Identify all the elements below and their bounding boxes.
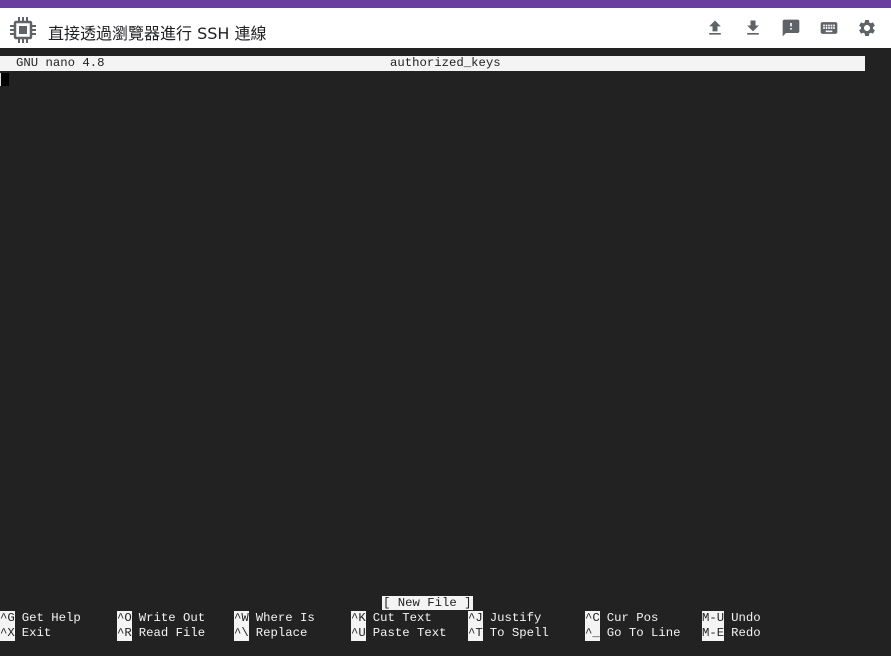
gear-icon [859, 19, 875, 36]
feedback-button[interactable] [779, 16, 803, 40]
upload-icon [709, 20, 721, 35]
shortcut-label: Justify [489, 611, 542, 625]
shortcut-label: Cur Pos [606, 611, 659, 625]
shortcut-label: Write Out [138, 611, 206, 625]
shortcut-to-spell[interactable]: ^T To Spell [468, 626, 549, 641]
nano-status: [ New File ] [382, 596, 473, 610]
shortcut-label: Get Help [21, 611, 81, 625]
shortcut-label: Exit [21, 626, 52, 640]
shortcut-justify[interactable]: ^J Justify [468, 611, 541, 626]
download-button[interactable] [741, 16, 765, 40]
cpu-chip-icon [10, 17, 36, 43]
shortcut-exit[interactable]: ^X Exit [0, 626, 51, 641]
shortcut-read-file[interactable]: ^R Read File [117, 626, 205, 641]
nano-title-bar: GNU nano 4.8 authorized_keys [0, 56, 865, 71]
shortcut-go-to-line[interactable]: ^_ Go To Line [585, 626, 681, 641]
keyboard-icon [820, 22, 838, 34]
shortcut-get-help[interactable]: ^G Get Help [0, 611, 81, 626]
shortcut-label: Paste Text [372, 626, 447, 640]
shortcut-label: To Spell [489, 626, 549, 640]
shortcut-undo[interactable]: M-U Undo [702, 611, 761, 626]
settings-button[interactable] [855, 16, 879, 40]
shortcut-key: ^C [585, 611, 600, 626]
shortcut-cur-pos[interactable]: ^C Cur Pos [585, 611, 658, 626]
shortcut-write-out[interactable]: ^O Write Out [117, 611, 205, 626]
upload-button[interactable] [703, 16, 727, 40]
shortcut-label: Redo [731, 626, 761, 640]
shortcut-label: Go To Line [606, 626, 681, 640]
shortcut-key: ^K [351, 611, 366, 626]
top-accent-strip [0, 0, 891, 8]
header-actions [703, 16, 879, 40]
shortcut-key: ^T [468, 626, 483, 641]
shortcut-key: M-E [702, 626, 725, 641]
shortcut-key: ^\ [234, 626, 249, 641]
shortcut-key: M-U [702, 611, 725, 626]
shortcut-key: ^G [0, 611, 15, 626]
shortcut-label: Undo [731, 611, 761, 625]
feedback-icon [782, 19, 800, 37]
terminal[interactable]: GNU nano 4.8 authorized_keys [ New File … [0, 48, 891, 656]
shortcut-key: ^_ [585, 626, 600, 641]
shortcut-label: Where Is [255, 611, 315, 625]
nano-filename: authorized_keys [390, 56, 501, 70]
shortcut-key: ^X [0, 626, 15, 641]
shortcut-label: Cut Text [372, 611, 432, 625]
shortcut-redo[interactable]: M-E Redo [702, 626, 761, 641]
text-cursor [0, 73, 9, 86]
shortcut-cut-text[interactable]: ^K Cut Text [351, 611, 432, 626]
shortcut-key: ^J [468, 611, 483, 626]
shortcut-key: ^W [234, 611, 249, 626]
nano-version: GNU nano 4.8 [16, 56, 105, 70]
shortcut-replace[interactable]: ^\ Replace [234, 626, 307, 641]
keyboard-button[interactable] [817, 16, 841, 40]
shortcut-paste-text[interactable]: ^U Paste Text [351, 626, 447, 641]
shortcut-key: ^U [351, 626, 366, 641]
shortcut-key: ^O [117, 611, 132, 626]
shortcut-bar: ^G Get Help ^O Write Out ^W Where Is ^K Cut … [0, 611, 891, 641]
shortcut-key: ^R [117, 626, 132, 641]
shortcut-label: Read File [138, 626, 206, 640]
shortcut-label: Replace [255, 626, 308, 640]
window-title: 直接透過瀏覽器進行 SSH 連線 [48, 24, 267, 43]
shortcut-where-is[interactable]: ^W Where Is [234, 611, 315, 626]
app-header: 直接透過瀏覽器進行 SSH 連線 [0, 8, 891, 48]
download-icon [747, 20, 759, 35]
